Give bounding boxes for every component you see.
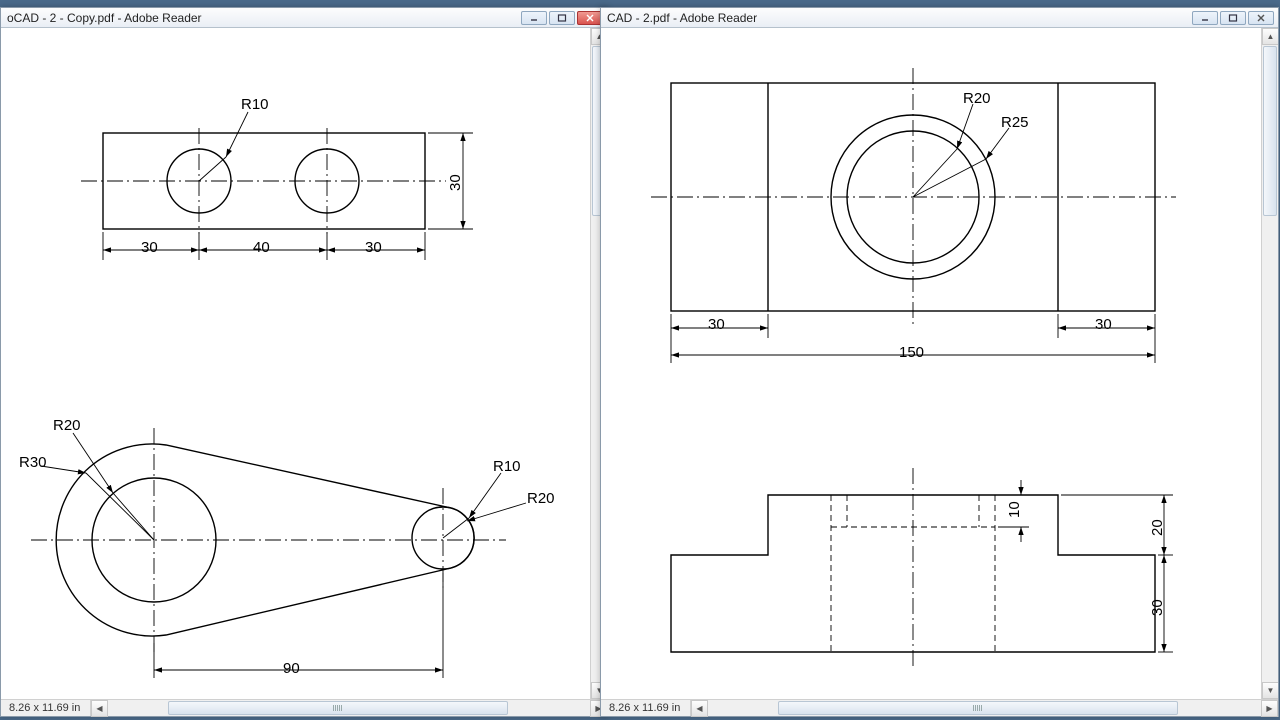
scroll-down-button[interactable]: ▼ [1262, 682, 1278, 699]
dim-30-2: 30 [365, 239, 382, 256]
statusbar-left: 8.26 x 11.69 in ◀ ▶ [1, 699, 607, 716]
hscroll-thumb[interactable] [778, 701, 1178, 715]
dim-r20-b: R20 [527, 490, 555, 507]
scroll-left-button[interactable]: ◀ [691, 700, 708, 717]
horizontal-scrollbar-left[interactable]: ◀ ▶ [91, 700, 607, 716]
pdf-window-left: oCAD - 2 - Copy.pdf - Adobe Reader [0, 7, 608, 717]
scroll-right-button[interactable]: ▶ [1261, 700, 1278, 717]
scroll-up-button[interactable]: ▲ [1262, 28, 1278, 45]
dim-30-1: 30 [141, 239, 158, 256]
content-area-right: R20 R25 30 30 150 10 20 30 ▲ ▼ [601, 28, 1278, 699]
dim-h30: 30 [1149, 599, 1166, 616]
page-size-label: 8.26 x 11.69 in [601, 700, 691, 716]
scroll-left-button[interactable]: ◀ [91, 700, 108, 717]
minimize-button[interactable] [521, 11, 547, 25]
window-buttons [1192, 11, 1274, 25]
minimize-button[interactable] [1192, 11, 1218, 25]
hscroll-track[interactable] [108, 700, 590, 716]
dim-r10-top: R10 [241, 96, 269, 113]
dim-r10-b: R10 [493, 458, 521, 475]
drawing-canvas-left[interactable]: R10 30 40 30 30 R20 R30 R10 R20 90 [1, 28, 590, 699]
dim-r20-a: R20 [53, 417, 81, 434]
titlebar-right[interactable]: CAD - 2.pdf - Adobe Reader [601, 8, 1278, 28]
pdf-window-right: CAD - 2.pdf - Adobe Reader [600, 7, 1279, 717]
vscroll-track[interactable] [1262, 45, 1278, 682]
dim-r25: R25 [1001, 114, 1029, 131]
dim-h10: 10 [1006, 501, 1023, 518]
vscroll-thumb[interactable] [1263, 46, 1277, 216]
window-title: CAD - 2.pdf - Adobe Reader [607, 11, 1192, 25]
dim-30r: 30 [1095, 316, 1112, 333]
maximize-button[interactable] [549, 11, 575, 25]
drawing-canvas-right[interactable]: R20 R25 30 30 150 10 20 30 [601, 28, 1261, 699]
vertical-scrollbar-right[interactable]: ▲ ▼ [1261, 28, 1278, 699]
hscroll-track[interactable] [708, 700, 1261, 716]
window-buttons [521, 11, 603, 25]
dim-30l: 30 [708, 316, 725, 333]
maximize-button[interactable] [1220, 11, 1246, 25]
dim-150: 150 [899, 344, 924, 361]
window-title: oCAD - 2 - Copy.pdf - Adobe Reader [7, 11, 521, 25]
statusbar-right: 8.26 x 11.69 in ◀ ▶ [601, 699, 1278, 716]
content-area-left: R10 30 40 30 30 R20 R30 R10 R20 90 ▲ ▼ [1, 28, 607, 699]
titlebar-left[interactable]: oCAD - 2 - Copy.pdf - Adobe Reader [1, 8, 607, 28]
dim-r20: R20 [963, 90, 991, 107]
dim-r30: R30 [19, 454, 47, 471]
hscroll-thumb[interactable] [168, 701, 508, 715]
dim-90: 90 [283, 660, 300, 677]
dim-h30: 30 [447, 174, 464, 191]
close-button[interactable] [1248, 11, 1274, 25]
dim-h20: 20 [1149, 519, 1166, 536]
dim-40: 40 [253, 239, 270, 256]
horizontal-scrollbar-right[interactable]: ◀ ▶ [691, 700, 1278, 716]
page-size-label: 8.26 x 11.69 in [1, 700, 91, 716]
